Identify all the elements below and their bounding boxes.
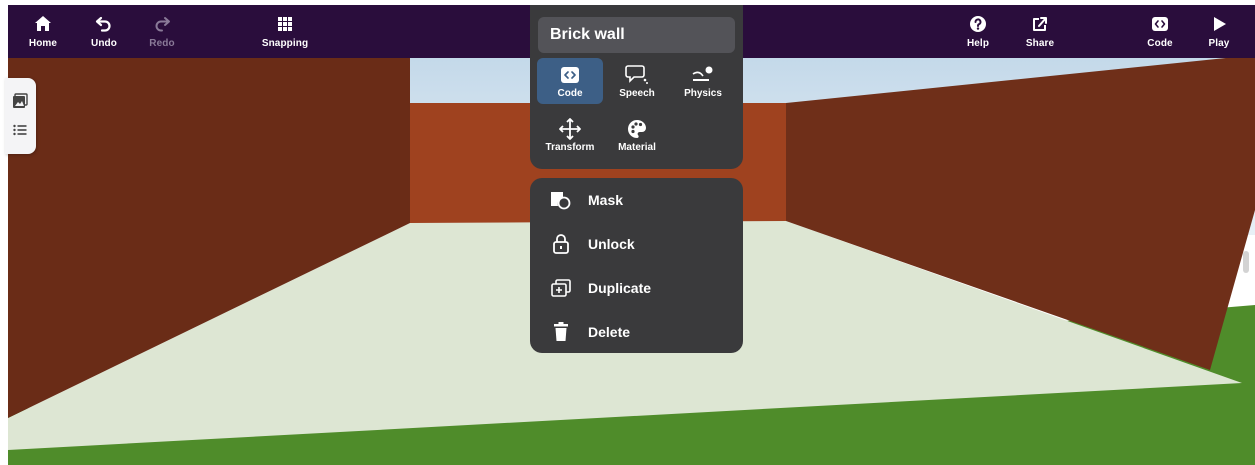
palette-icon [625, 118, 649, 140]
home-button[interactable]: Home [28, 5, 58, 58]
tool-transform-label: Transform [545, 141, 595, 153]
scroll-grip[interactable] [1243, 251, 1249, 273]
menu-item-unlock-label: Unlock [588, 236, 635, 252]
mask-icon [550, 189, 572, 211]
home-icon [32, 13, 54, 35]
help-label: Help [966, 37, 990, 49]
redo-label: Redo [149, 37, 175, 49]
menu-item-mask-label: Mask [588, 192, 624, 208]
menu-item-unlock[interactable]: Unlock [530, 222, 743, 266]
unlock-icon [550, 233, 572, 255]
snapping-button[interactable]: Snapping [260, 5, 310, 58]
object-name-field[interactable]: Brick wall [538, 17, 735, 53]
tool-code-button[interactable]: Code [537, 58, 603, 104]
help-button[interactable]: Help [963, 5, 993, 58]
tool-transform-button[interactable]: Transform [537, 112, 603, 158]
tool-code-label: Code [557, 87, 583, 99]
tool-speech-label: Speech [619, 87, 655, 99]
play-icon [1208, 13, 1230, 35]
menu-item-delete-label: Delete [588, 324, 631, 340]
object-name-text: Brick wall [550, 26, 625, 43]
redo-icon [151, 13, 173, 35]
redo-button[interactable]: Redo [146, 5, 178, 58]
menu-item-mask[interactable]: Mask [530, 178, 743, 222]
context-menu: Mask Unlock Duplicate Delete [530, 178, 743, 353]
home-label: Home [28, 37, 58, 49]
snapping-label: Snapping [261, 37, 309, 49]
side-tab[interactable] [5, 78, 36, 154]
duplicate-icon [550, 277, 572, 299]
menu-item-delete[interactable]: Delete [530, 310, 743, 354]
share-button[interactable]: Share [1023, 5, 1057, 58]
tool-physics-label: Physics [684, 87, 722, 99]
menu-item-duplicate-label: Duplicate [588, 280, 652, 296]
undo-button[interactable]: Undo [88, 5, 120, 58]
code-icon [558, 64, 582, 86]
share-icon [1029, 13, 1051, 35]
code-label: Code [1147, 37, 1173, 49]
physics-icon [691, 64, 715, 86]
object-panel: Brick wall Code Speech Physics Transform… [530, 5, 743, 169]
list-icon[interactable] [12, 122, 28, 138]
undo-icon [93, 13, 115, 35]
gallery-icon[interactable] [12, 93, 28, 109]
play-label: Play [1208, 37, 1230, 49]
tool-material-button[interactable]: Material [604, 112, 670, 158]
code-button[interactable]: Code [1145, 5, 1175, 58]
undo-label: Undo [91, 37, 117, 49]
transform-icon [558, 117, 582, 140]
help-icon [967, 13, 989, 35]
speech-icon [625, 64, 649, 86]
tool-material-label: Material [618, 141, 656, 153]
grid-icon [274, 13, 296, 35]
play-button[interactable]: Play [1206, 5, 1232, 58]
menu-item-duplicate[interactable]: Duplicate [530, 266, 743, 310]
trash-icon [550, 321, 572, 343]
share-label: Share [1025, 37, 1055, 49]
code-icon [1149, 13, 1171, 35]
tool-physics-button[interactable]: Physics [670, 58, 736, 104]
tool-speech-button[interactable]: Speech [604, 58, 670, 104]
